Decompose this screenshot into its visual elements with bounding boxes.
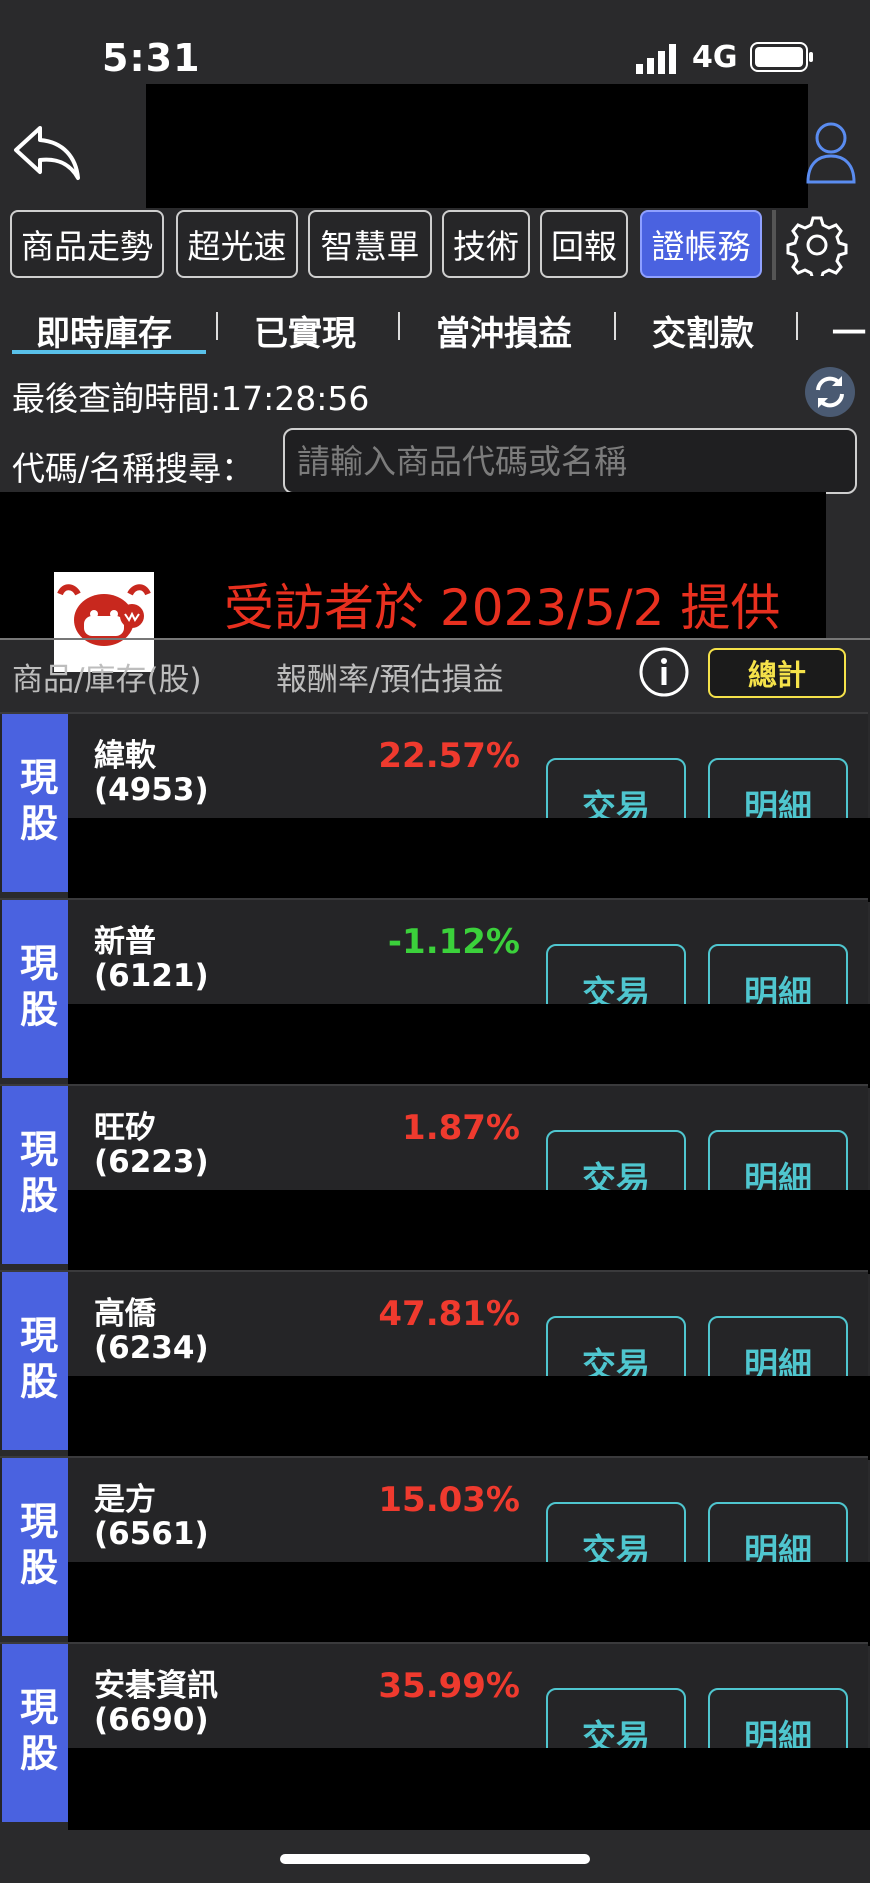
battery-icon bbox=[750, 42, 813, 72]
holdings-column-header: 商品/庫存(股) 報酬率/預估損益 總計 bbox=[0, 638, 870, 708]
type-badge: 現股 bbox=[2, 1458, 68, 1636]
tab-separator bbox=[614, 312, 616, 340]
return-rate: 1.87% bbox=[402, 1108, 520, 1148]
tab-separator bbox=[216, 312, 218, 340]
network-label: 4G bbox=[692, 40, 738, 75]
search-input[interactable] bbox=[283, 428, 857, 494]
tool-button-securities-account[interactable]: 證帳務 bbox=[640, 210, 762, 278]
column-return-pnl: 報酬率/預估損益 bbox=[276, 662, 504, 698]
return-rate: -1.12% bbox=[387, 922, 520, 962]
status-time: 5:31 bbox=[102, 36, 201, 80]
home-indicator[interactable] bbox=[280, 1854, 590, 1864]
type-badge-text: 現股 bbox=[13, 1687, 58, 1779]
tab-separator bbox=[796, 312, 798, 340]
stock-name: 高僑 bbox=[94, 1296, 156, 1332]
redacted-row-details bbox=[68, 1190, 870, 1274]
holding-row[interactable]: 現股 新普 (6121) -1.12% 交易 明細 bbox=[0, 898, 870, 1088]
stock-code: (6561) bbox=[94, 1516, 209, 1552]
tab-settlement[interactable]: 交割款 bbox=[652, 306, 754, 355]
tab-separator bbox=[398, 312, 400, 340]
return-rate: 47.81% bbox=[378, 1294, 520, 1334]
holding-row[interactable]: 現股 緯軟 (4953) 22.57% 交易 明細 bbox=[0, 712, 870, 902]
stock-code: (6690) bbox=[94, 1702, 209, 1738]
search-label: 代碼/名稱搜尋： bbox=[12, 449, 255, 488]
refresh-icon[interactable] bbox=[804, 366, 856, 418]
tab-realized[interactable]: 已實現 bbox=[254, 306, 356, 355]
tab-realtime-inventory[interactable]: 即時庫存 bbox=[36, 306, 172, 355]
stock-code: (6223) bbox=[94, 1144, 209, 1180]
return-rate: 22.57% bbox=[378, 736, 520, 776]
redacted-row-details bbox=[68, 1562, 870, 1646]
type-badge: 現股 bbox=[2, 900, 68, 1078]
tab-more[interactable]: 一 bbox=[832, 306, 866, 355]
return-rate: 35.99% bbox=[378, 1666, 520, 1706]
user-icon[interactable] bbox=[806, 120, 856, 184]
watermark-text: 受訪者於 2023/5/2 提供 bbox=[224, 579, 781, 637]
stock-name: 緯軟 bbox=[94, 738, 156, 774]
stock-code: (4953) bbox=[94, 772, 209, 808]
info-icon[interactable] bbox=[638, 646, 690, 698]
type-badge-text: 現股 bbox=[13, 1315, 58, 1407]
stock-name: 旺矽 bbox=[94, 1110, 156, 1146]
last-query-time: 最後查詢時間:17:28:56 bbox=[12, 379, 370, 418]
stock-code: (6234) bbox=[94, 1330, 209, 1366]
total-button[interactable]: 總計 bbox=[708, 648, 846, 698]
redacted-account-header bbox=[146, 84, 808, 208]
signal-icon bbox=[636, 44, 676, 74]
tool-button-smart-order[interactable]: 智慧單 bbox=[308, 210, 432, 278]
type-badge-text: 現股 bbox=[13, 1129, 58, 1221]
toolbar-divider bbox=[772, 210, 776, 280]
holding-row[interactable]: 現股 旺矽 (6223) 1.87% 交易 明細 bbox=[0, 1084, 870, 1274]
type-badge-text: 現股 bbox=[13, 757, 58, 849]
tool-button-trend[interactable]: 商品走勢 bbox=[10, 210, 164, 278]
type-badge: 現股 bbox=[2, 1086, 68, 1264]
holding-row[interactable]: 現股 高僑 (6234) 47.81% 交易 明細 bbox=[0, 1270, 870, 1460]
type-badge: 現股 bbox=[2, 1272, 68, 1450]
redacted-row-details bbox=[68, 1376, 870, 1460]
redacted-row-details bbox=[68, 1748, 870, 1832]
return-rate: 15.03% bbox=[378, 1480, 520, 1520]
active-tab-indicator bbox=[12, 350, 206, 354]
back-icon[interactable] bbox=[10, 120, 84, 184]
tab-daytrade-pnl[interactable]: 當沖損益 bbox=[436, 306, 572, 355]
type-badge-text: 現股 bbox=[13, 1501, 58, 1593]
column-product-inventory: 商品/庫存(股) bbox=[12, 662, 202, 698]
stock-name: 新普 bbox=[94, 924, 156, 960]
type-badge: 現股 bbox=[2, 1644, 68, 1822]
tool-button-technical[interactable]: 技術 bbox=[442, 210, 530, 278]
tool-button-ultrafast[interactable]: 超光速 bbox=[176, 210, 298, 278]
stock-name: 是方 bbox=[94, 1482, 156, 1518]
tool-button-report[interactable]: 回報 bbox=[540, 210, 628, 278]
gear-icon[interactable] bbox=[786, 214, 848, 276]
holding-row[interactable]: 現股 是方 (6561) 15.03% 交易 明細 bbox=[0, 1456, 870, 1646]
type-badge-text: 現股 bbox=[13, 943, 58, 1035]
redacted-row-details bbox=[68, 1004, 870, 1088]
stock-name: 安碁資訊 bbox=[94, 1668, 218, 1704]
holding-row[interactable]: 現股 安碁資訊 (6690) 35.99% 交易 明細 bbox=[0, 1642, 870, 1832]
stock-code: (6121) bbox=[94, 958, 209, 994]
redacted-row-details bbox=[68, 818, 870, 902]
type-badge: 現股 bbox=[2, 714, 68, 892]
